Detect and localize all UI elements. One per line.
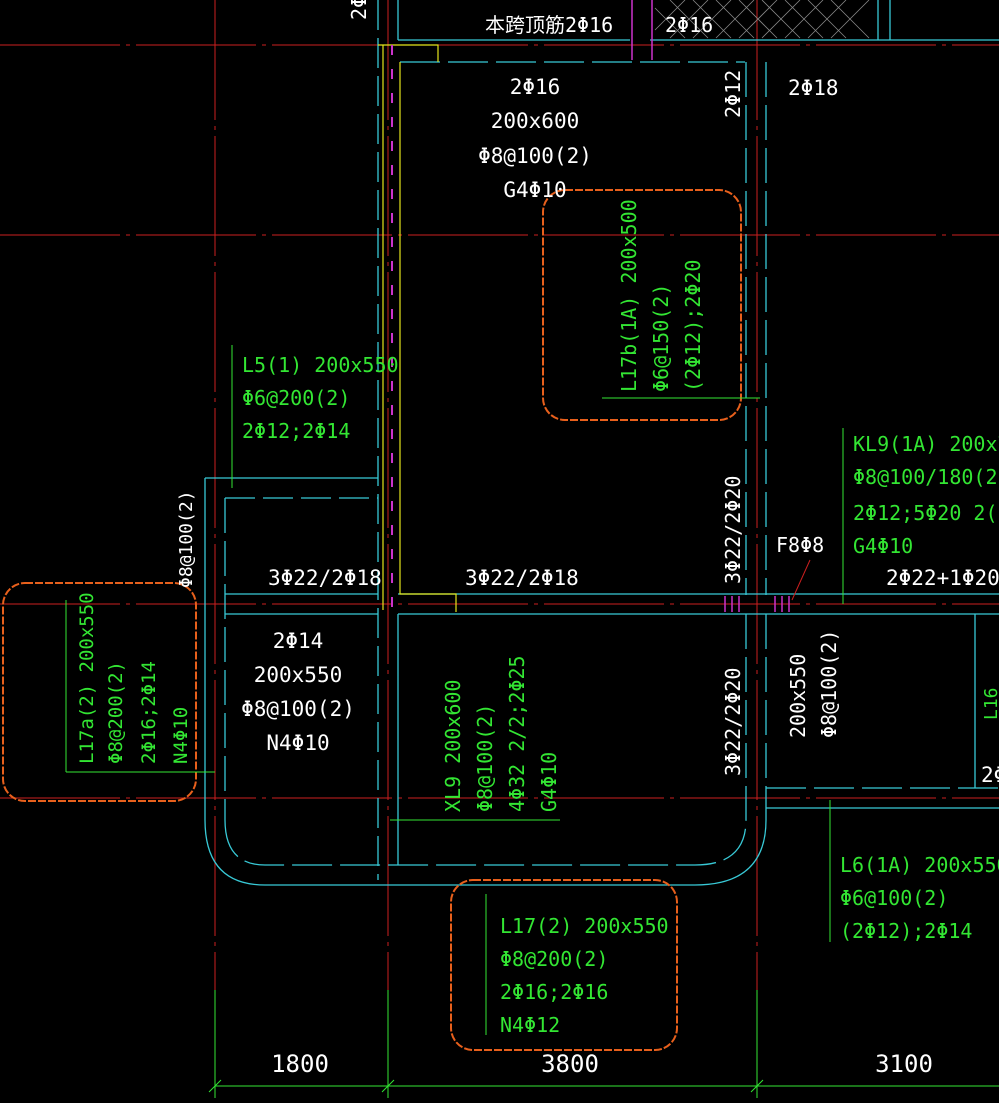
beam-left-mid-line4: N4Φ10 bbox=[266, 731, 329, 755]
L17b-line1: L17b(1A) 200x500 bbox=[617, 199, 641, 392]
XL9-line2: Φ8@100(2) bbox=[473, 704, 497, 812]
L17b-line2: Φ6@150(2) bbox=[649, 284, 673, 392]
L17a-line4: N4Φ10 bbox=[170, 707, 192, 764]
dim-1800: 1800 bbox=[271, 1050, 329, 1078]
cloud-L17a bbox=[2, 582, 197, 802]
XL9-line1: XL9 200x600 bbox=[441, 680, 465, 812]
L5-line1: L5(1) 200x550 bbox=[242, 353, 399, 377]
right-edge-partial-v: L16 bbox=[981, 687, 999, 720]
label-F8: F8Φ8 bbox=[776, 533, 824, 557]
label-top-right: 2Φ16 bbox=[665, 13, 713, 37]
cloud-L17b bbox=[542, 189, 742, 421]
L17a-line2: Φ8@200(2) bbox=[105, 661, 127, 764]
right-edge-partial-h: 2Φ bbox=[981, 763, 999, 787]
XL9-line4: G4Φ10 bbox=[537, 752, 561, 812]
v-3phi22-upper: 3Φ22/2Φ20 bbox=[721, 476, 745, 584]
L6-line1: L6(1A) 200x550 bbox=[840, 853, 999, 877]
label-span-top: 本跨顶筋2Φ16 bbox=[485, 13, 613, 37]
beam-left-mid-line2: 200x550 bbox=[254, 663, 343, 687]
beam-upper-line1: 2Φ16 bbox=[510, 75, 561, 99]
mid-label-left: 3Φ22/2Φ18 bbox=[268, 566, 382, 590]
mid-label-center: 3Φ22/2Φ18 bbox=[465, 566, 579, 590]
cad-drawing-canvas[interactable]: 2Φ2 本跨顶筋2Φ16 2Φ16 2Φ16 200x600 Φ8@100(2)… bbox=[0, 0, 999, 1098]
L5-line3: 2Φ12;2Φ14 bbox=[242, 419, 350, 443]
v-phi8-left: Φ8@100(2) bbox=[176, 490, 197, 588]
v-3phi22-lower: 3Φ22/2Φ20 bbox=[721, 668, 745, 776]
KL9-line1: KL9(1A) 200x70 bbox=[853, 432, 999, 456]
KL9-line2: Φ8@100/180(2) bbox=[853, 465, 999, 489]
KL9-line4: G4Φ10 bbox=[853, 534, 913, 558]
beam-left-mid-line3: Φ8@100(2) bbox=[241, 697, 355, 721]
beam-upper-line3: Φ8@100(2) bbox=[478, 144, 592, 168]
dim-3800: 3800 bbox=[541, 1050, 599, 1078]
L17-line4: N4Φ12 bbox=[500, 1013, 560, 1037]
L6-line2: Φ6@100(2) bbox=[840, 886, 948, 910]
L17a-line1: L17a(2) 200x550 bbox=[76, 592, 98, 764]
v-right-beam-line1: 200x550 bbox=[786, 654, 810, 738]
mid-label-right: 2Φ22+1Φ20 bbox=[886, 566, 999, 590]
L5-line2: Φ6@200(2) bbox=[242, 386, 350, 410]
L17-line2: Φ8@200(2) bbox=[500, 947, 608, 971]
L17-line3: 2Φ16;2Φ16 bbox=[500, 980, 608, 1004]
L17a-line3: 2Φ16;2Φ14 bbox=[138, 661, 160, 764]
KL9-line3: 2Φ12;5Φ20 2(-2 bbox=[853, 501, 999, 525]
beam-upper-line4: G4Φ10 bbox=[503, 178, 566, 202]
beam-upper-line2: 200x600 bbox=[491, 109, 580, 133]
dimension-lines bbox=[208, 990, 999, 1098]
L17b-line3: (2Φ12);2Φ20 bbox=[681, 260, 705, 392]
beam-left-mid-line1: 2Φ14 bbox=[273, 629, 324, 653]
label-2phi18-right: 2Φ18 bbox=[788, 76, 839, 100]
dim-3100: 3100 bbox=[875, 1050, 933, 1078]
L17-line1: L17(2) 200x550 bbox=[500, 914, 669, 938]
XL9-line3: 4Φ32 2/2;2Φ25 bbox=[505, 655, 529, 812]
structural-plan-svg: 2Φ2 本跨顶筋2Φ16 2Φ16 2Φ16 200x600 Φ8@100(2)… bbox=[0, 0, 999, 1098]
v-label-2phi12: 2Φ12 bbox=[721, 70, 745, 118]
v-right-beam-line2: Φ8@100(2) bbox=[817, 630, 841, 738]
L6-line3: (2Φ12);2Φ14 bbox=[840, 919, 972, 943]
label-top-left-partial: 2Φ2 bbox=[347, 0, 371, 20]
